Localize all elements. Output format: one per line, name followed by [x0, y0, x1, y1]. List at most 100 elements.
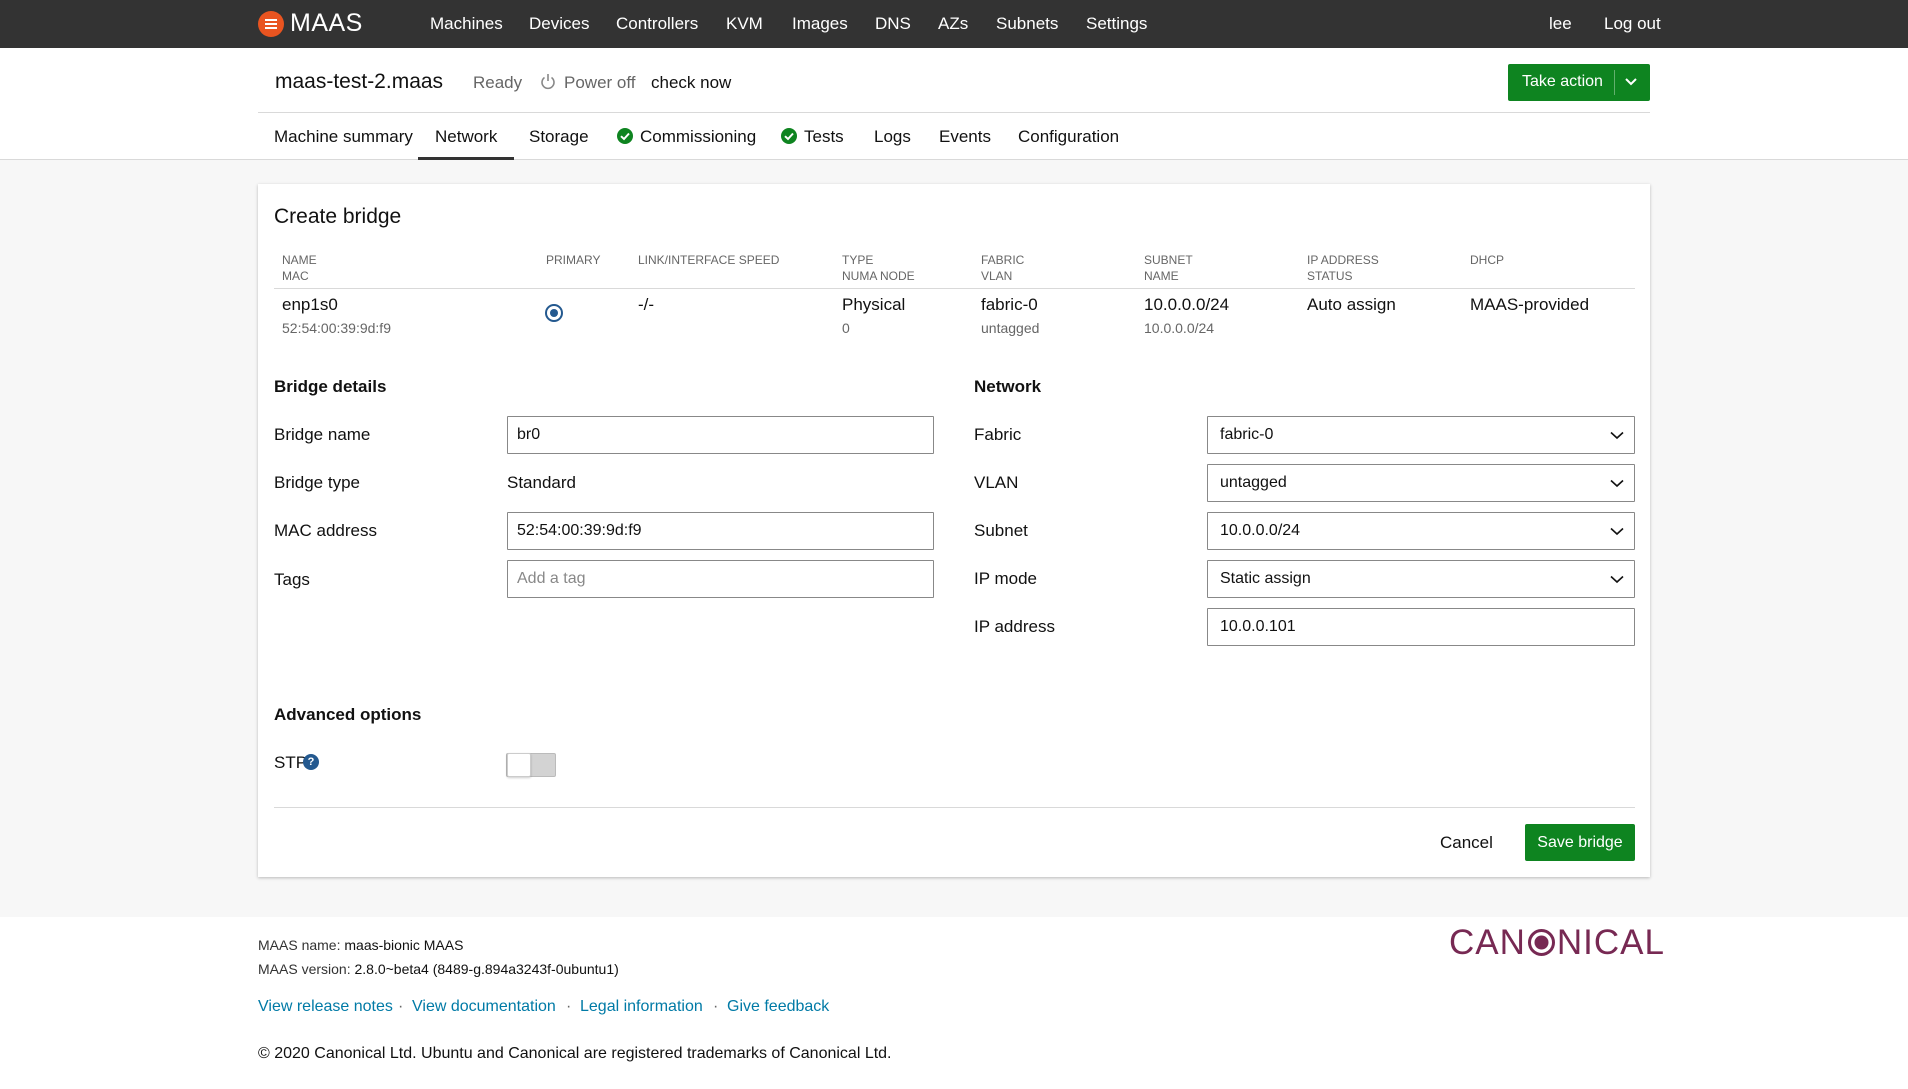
tab-logs[interactable]: Logs [874, 127, 911, 147]
chevron-down-icon [1610, 479, 1624, 488]
active-tab-indicator [418, 157, 514, 160]
footer-separator: · [398, 998, 404, 1015]
form-actions-divider [274, 807, 1635, 808]
fabric-select[interactable]: fabric-0 [1207, 416, 1635, 454]
ip-mode-select-value: Static assign [1220, 570, 1311, 587]
tab-tests-label: Tests [804, 127, 844, 146]
maas-name-info: MAAS name: maas-bionic MAAS [258, 937, 464, 953]
chevron-down-icon [1610, 431, 1624, 440]
interface-speed: -/- [638, 295, 655, 314]
table-header-divider [274, 288, 1635, 289]
ip-address-input[interactable]: 10.0.0.101 [1207, 608, 1635, 646]
app-name[interactable]: MAAS [290, 9, 363, 38]
maas-logo-icon[interactable] [258, 11, 284, 37]
tab-storage[interactable]: Storage [529, 127, 589, 147]
fabric-select-value: fabric-0 [1220, 426, 1274, 443]
nav-user[interactable]: lee [1549, 14, 1572, 34]
check-circle-icon [781, 128, 797, 144]
logout-link[interactable]: Log out [1604, 14, 1661, 34]
bridge-details-heading: Bridge details [274, 377, 387, 396]
bridge-type-label: Bridge type [274, 473, 360, 492]
tab-events[interactable]: Events [939, 127, 991, 147]
tab-commissioning[interactable]: Commissioning [617, 127, 756, 147]
interface-numa: 0 [842, 320, 850, 336]
interface-dhcp: MAAS-provided [1470, 295, 1590, 314]
nav-controllers[interactable]: Controllers [616, 14, 698, 34]
nav-settings[interactable]: Settings [1086, 14, 1147, 34]
check-circle-icon [617, 128, 633, 144]
take-action-button[interactable]: Take action [1508, 64, 1650, 101]
footer-separator: · [566, 998, 572, 1015]
mac-address-input[interactable]: 52:54:00:39:9d:f9 [507, 512, 934, 550]
canonical-logo: CAN NICAL [1449, 923, 1665, 962]
stp-toggle-knob [507, 753, 531, 777]
interface-mac: 52:54:00:39:9d:f9 [282, 320, 391, 336]
advanced-options-heading: Advanced options [274, 705, 422, 724]
bridge-name-input[interactable]: br0 [507, 416, 934, 454]
take-action-divider [1614, 70, 1615, 95]
col-header-primary: PRIMARY [546, 253, 601, 267]
cancel-button[interactable]: Cancel [1440, 833, 1493, 853]
network-heading: Network [974, 377, 1042, 396]
nav-subnets[interactable]: Subnets [996, 14, 1058, 34]
machine-status: Ready [473, 73, 523, 92]
copyright-text: © 2020 Canonical Ltd. Ubuntu and Canonic… [258, 1045, 892, 1062]
nav-devices[interactable]: Devices [529, 14, 589, 34]
help-icon[interactable]: ? [303, 754, 319, 770]
interface-fabric: fabric-0 [981, 295, 1038, 314]
subnet-select-value: 10.0.0.0/24 [1220, 522, 1301, 539]
subnet-select[interactable]: 10.0.0.0/24 [1207, 512, 1635, 550]
subnet-label: Subnet [974, 521, 1028, 540]
tab-commissioning-label: Commissioning [640, 127, 757, 146]
col-header-dhcp: DHCP [1470, 253, 1505, 267]
interface-subnet: 10.0.0.0/24 [1144, 295, 1230, 314]
chevron-down-icon [1625, 78, 1637, 86]
nav-azs[interactable]: AZs [938, 14, 968, 34]
chevron-down-icon [1610, 575, 1624, 584]
tags-input[interactable]: Add a tag [507, 560, 934, 598]
tab-configuration[interactable]: Configuration [1018, 127, 1119, 147]
fabric-label: Fabric [974, 425, 1022, 444]
save-bridge-button[interactable]: Save bridge [1525, 824, 1635, 861]
mac-address-label: MAC address [274, 521, 377, 540]
power-icon [541, 74, 555, 90]
give-feedback-link[interactable]: Give feedback [727, 998, 829, 1016]
chevron-down-icon [1610, 527, 1624, 536]
col-header-subnet: SUBNET NAME [1144, 253, 1193, 283]
ip-mode-select[interactable]: Static assign [1207, 560, 1635, 598]
stp-toggle[interactable] [506, 753, 556, 777]
tab-tests[interactable]: Tests [781, 127, 844, 147]
footer-separator: · [713, 998, 719, 1015]
machine-hostname[interactable]: maas-test-2.maas [275, 70, 443, 94]
interface-subnet-name: 10.0.0.0/24 [1144, 320, 1215, 336]
nav-dns[interactable]: DNS [875, 14, 911, 34]
top-navigation: MAAS Machines Devices Controllers KVM Im… [0, 0, 1908, 48]
bridge-type-value: Standard [507, 473, 576, 492]
nav-kvm[interactable]: KVM [726, 14, 763, 34]
legal-information-link[interactable]: Legal information [580, 998, 703, 1016]
tab-machine-summary[interactable]: Machine summary [274, 127, 413, 147]
form-title: Create bridge [274, 205, 402, 228]
documentation-link[interactable]: View documentation [412, 998, 556, 1016]
header-divider [258, 112, 1650, 113]
ip-address-label: IP address [974, 617, 1055, 636]
interface-name: enp1s0 [282, 295, 338, 314]
take-action-label: Take action [1522, 73, 1603, 90]
primary-radio[interactable] [545, 304, 563, 322]
check-power-link[interactable]: check now [651, 73, 731, 93]
vlan-label: VLAN [974, 473, 1019, 492]
release-notes-link[interactable]: View release notes [258, 998, 393, 1016]
vlan-select[interactable]: untagged [1207, 464, 1635, 502]
power-status: Power off [564, 73, 636, 92]
tab-network[interactable]: Network [435, 127, 497, 147]
nav-images[interactable]: Images [792, 14, 848, 34]
col-header-type: TYPE NUMA NODE [842, 253, 915, 283]
nav-machines[interactable]: Machines [430, 14, 503, 34]
tags-label: Tags [274, 570, 310, 589]
interface-vlan: untagged [981, 320, 1040, 336]
col-header-speed: LINK/INTERFACE SPEED [638, 253, 780, 267]
col-header-name: NAME MAC [282, 253, 317, 283]
interface-ip-status: Auto assign [1307, 295, 1396, 314]
maas-version-info: MAAS version: 2.8.0~beta4 (8489-g.894a32… [258, 961, 619, 977]
ip-mode-label: IP mode [974, 569, 1038, 588]
